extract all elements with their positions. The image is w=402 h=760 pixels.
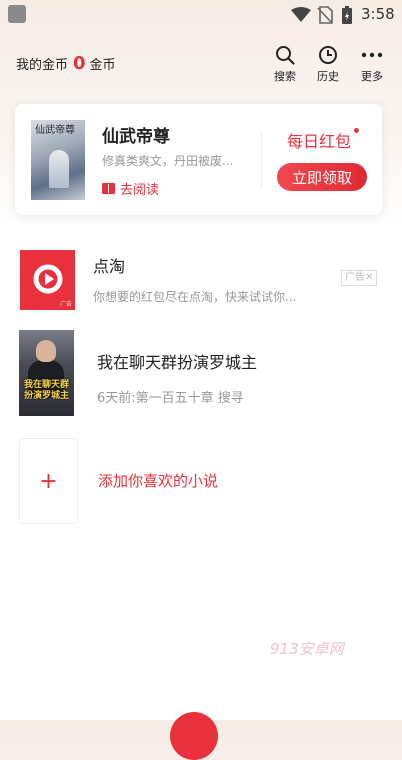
more-dots-icon [361, 52, 383, 58]
coins-unit: 金币 [89, 58, 116, 73]
plus-icon: + [39, 468, 58, 494]
add-book-label[interactable]: 添加你喜欢的小说 [98, 470, 218, 491]
app-notification-icon [8, 5, 26, 23]
floating-action-button[interactable] [170, 712, 218, 760]
read-now-link[interactable]: 去阅读 [102, 179, 159, 198]
diantao-logo-icon: 广告 [20, 250, 75, 310]
coins-display[interactable]: 我的金币 0 金币 [16, 53, 116, 74]
no-sim-icon [317, 6, 333, 24]
ad-logo-small-text: 广告 [59, 301, 72, 308]
history-button[interactable]: 历史 [308, 45, 348, 84]
search-button[interactable]: 搜索 [265, 45, 305, 84]
clock-icon [319, 46, 337, 64]
search-label: 搜索 [274, 70, 296, 83]
cover-figure [49, 150, 69, 188]
more-button[interactable]: 更多 [352, 45, 392, 84]
history-label: 历史 [317, 70, 339, 83]
ad-badge[interactable]: 广告✕ [341, 270, 378, 286]
search-icon [276, 46, 295, 65]
featured-cover-title: 仙武帝尊 [35, 125, 75, 136]
ad-description: 你想要的红包尽在点淘，快来试试你... [93, 290, 297, 304]
cover-figure-face [36, 340, 56, 362]
battery-charging-icon [342, 6, 352, 24]
close-icon: ✕ [365, 272, 374, 283]
coins-value: 0 [73, 53, 86, 74]
featured-book-card[interactable]: 仙武帝尊 仙武帝尊 修真类爽文，丹田被废... 去阅读 每日红包 立即领取 [15, 104, 382, 215]
play-ring-icon [33, 264, 63, 294]
add-book-button[interactable]: + [19, 438, 78, 524]
read-now-label: 去阅读 [120, 183, 160, 198]
coins-label: 我的金币 [16, 58, 69, 73]
header: 我的金币 0 金币 搜索 历史 更多 [0, 40, 402, 88]
notification-dot [354, 128, 359, 133]
wifi-icon [291, 7, 311, 22]
more-label: 更多 [361, 70, 383, 83]
status-time: 3:58 [361, 5, 395, 23]
featured-book-cover[interactable]: 仙武帝尊 [31, 120, 85, 200]
book-icon [102, 183, 115, 194]
ad-badge-label: 广告 [345, 272, 365, 283]
ad-title: 点淘 [93, 257, 126, 276]
book-title[interactable]: 我在聊天群扮演罗城主 [97, 349, 257, 373]
book-cover-text: 我在聊天群扮演罗城主 [23, 380, 69, 401]
featured-book-description: 修真类爽文，丹田被废... [102, 154, 234, 168]
featured-book-title: 仙武帝尊 [102, 127, 170, 147]
status-bar: 3:58 [0, 0, 402, 30]
daily-red-packet-label: 每日红包 [287, 132, 352, 151]
book-cover[interactable]: 我在聊天群扮演罗城主 [19, 330, 74, 416]
card-divider [261, 132, 262, 188]
book-update-info: 6天前:第一百五十章 搜寻 [97, 391, 244, 406]
claim-now-button[interactable]: 立即领取 [277, 163, 367, 191]
watermark: 913安卓网 [270, 640, 344, 658]
